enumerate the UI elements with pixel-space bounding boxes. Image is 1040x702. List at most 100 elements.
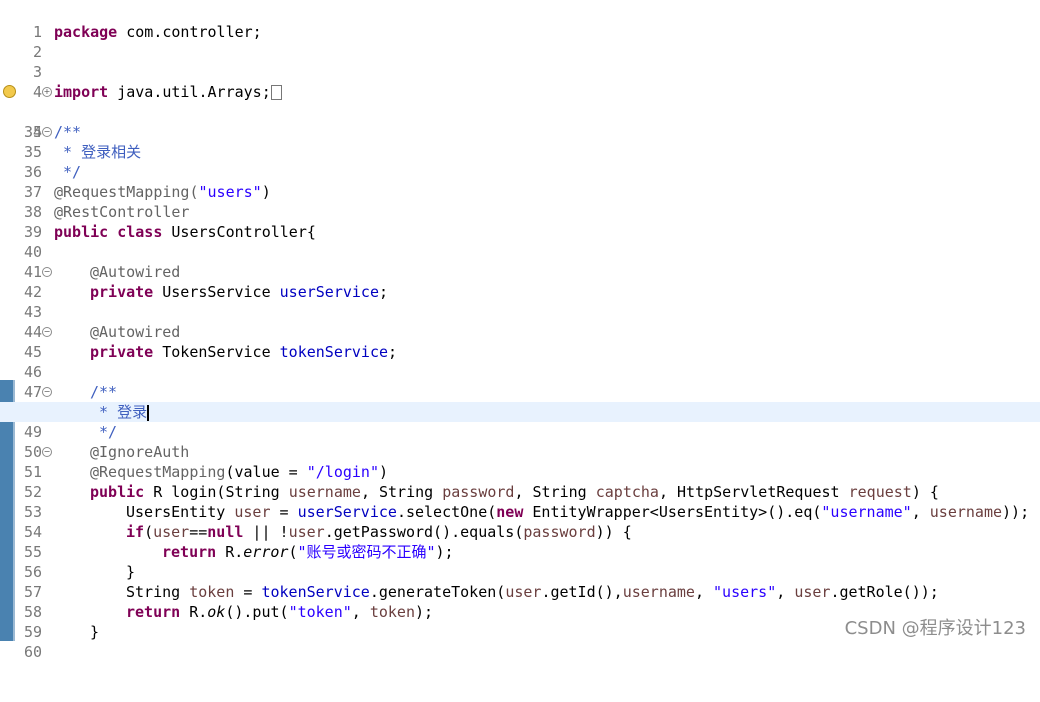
operator: = (234, 583, 262, 601)
line-35: 35 − /** (0, 122, 1040, 161)
code-text: public class UsersController{ (54, 222, 316, 242)
line-50: 50 */ (0, 422, 1040, 461)
punctuation: , String (360, 483, 443, 501)
line-48: 48 − /** (0, 382, 1040, 421)
punctuation: , (911, 503, 930, 521)
method-signature: R login(String (144, 483, 289, 501)
keyword: if (126, 523, 145, 541)
code-text: return R.ok().put("token", token); (126, 602, 433, 622)
variable: user (288, 523, 325, 541)
expand-fold-icon[interactable]: + (42, 87, 52, 97)
method-call: error (243, 543, 289, 561)
line-42: 42 − @Autowired (0, 262, 1040, 301)
method-call: .getId(), (541, 583, 623, 601)
punctuation: , (351, 603, 370, 621)
parameter: username (288, 483, 361, 501)
punctuation: (value = (225, 463, 307, 481)
punctuation: , HttpServletRequest (658, 483, 849, 501)
parameter: username (929, 503, 1003, 521)
punctuation: ); (435, 543, 454, 561)
doc-comment-text: * 登录 (90, 403, 148, 421)
line-53: 53 public R login(String username, Strin… (0, 482, 1040, 521)
annotation: @Autowired (90, 323, 181, 341)
line-1: 1 (0, 2, 1040, 41)
parameter: captcha (595, 483, 659, 501)
code-text: private TokenService tokenService; (90, 342, 397, 362)
collapse-fold-icon[interactable]: − (42, 327, 52, 337)
code-text: public R login(String username, String p… (90, 482, 939, 502)
code-editor[interactable]: 1 2 package com.controller; 3 4 5 + impo… (0, 0, 1040, 661)
code-text: return R.error("账号或密码不正确"); (162, 542, 454, 562)
line-41: 41 (0, 242, 1040, 281)
line-45: 45 − @Autowired (0, 322, 1040, 361)
punctuation: , (694, 583, 704, 601)
punctuation: ; (388, 343, 398, 361)
line-47: 47 (0, 362, 1040, 401)
line-55: 55 if(user==null || !user.getPassword().… (0, 522, 1040, 561)
code-text: @RequestMapping("users") (54, 182, 271, 202)
string-literal: "/login" (306, 463, 379, 481)
line-51: 51 − @IgnoreAuth (0, 442, 1040, 481)
line-4: 4 (0, 62, 1040, 101)
code-text: String token = tokenService.generateToke… (126, 582, 939, 602)
class-name: UsersController{ (162, 223, 316, 241)
collapse-fold-icon[interactable]: − (42, 447, 52, 457)
code-text: import java.util.Arrays; (54, 82, 282, 102)
folded-block-icon[interactable] (270, 85, 282, 100)
keyword: return (126, 603, 181, 621)
code-text: @RequestMapping(value = "/login") (90, 463, 389, 481)
csdn-watermark: CSDN @程序设计123 (844, 618, 1026, 639)
keyword: class (108, 223, 163, 241)
doc-comment-end: */ (90, 423, 118, 441)
operator: || ! (243, 523, 289, 541)
keyword: return (162, 543, 217, 561)
parameter: request (848, 483, 912, 501)
type-name: UsersService (153, 283, 280, 301)
line-39: 39 @RestController (0, 202, 1040, 241)
annotation: @Autowired (90, 263, 181, 281)
field-name: tokenService (261, 583, 370, 601)
annotation: @IgnoreAuth (90, 443, 190, 461)
punctuation: ) (379, 463, 389, 481)
method-call: ok (207, 603, 226, 621)
parameter: password (442, 483, 515, 501)
line-57: 57 } (0, 562, 1040, 601)
punctuation: , (776, 583, 795, 601)
line-5: 5 + import java.util.Arrays; (0, 82, 1040, 141)
line-46: 46 private TokenService tokenService; (0, 342, 1040, 381)
warning-icon[interactable] (3, 85, 16, 98)
keyword: package (54, 23, 118, 41)
method-call: ().put( (225, 603, 289, 621)
punctuation: )) { (595, 523, 632, 541)
annotation: @RestController (54, 203, 190, 221)
keyword: import (54, 83, 109, 101)
punctuation: ) (261, 183, 271, 201)
string-literal: "username" (821, 503, 912, 521)
variable: user (153, 523, 190, 541)
line-37: 37 */ (0, 162, 1040, 201)
line-44: 44 (0, 302, 1040, 341)
doc-comment-text: * 登录相关 (54, 143, 142, 161)
collapse-fold-icon[interactable]: − (42, 267, 52, 277)
import-name: java.util.Arrays; (108, 83, 271, 101)
variable: user (505, 583, 542, 601)
operator: == (189, 523, 208, 541)
keyword: private (90, 283, 154, 301)
text-caret (147, 404, 150, 421)
code-text: private UsersService userService; (90, 282, 388, 302)
string-literal: "users" (198, 183, 262, 201)
code-text: * 登录 (90, 402, 150, 422)
collapse-fold-icon[interactable]: − (42, 127, 52, 137)
operator: = (270, 503, 298, 521)
keyword: public (90, 483, 145, 501)
code-text: UsersEntity user = userService.selectOne… (126, 502, 1029, 522)
type-name: R. (216, 543, 244, 561)
doc-comment-start: /** (90, 383, 118, 401)
close-brace: } (126, 563, 136, 581)
method-call: .getRole()); (830, 583, 939, 601)
line-49-current: 49 * 登录 (0, 402, 1040, 441)
method-call: .selectOne( (396, 503, 497, 521)
line-43: 43 private UsersService userService; (0, 282, 1040, 321)
type-name: TokenService (153, 343, 280, 361)
collapse-fold-icon[interactable]: − (42, 387, 52, 397)
